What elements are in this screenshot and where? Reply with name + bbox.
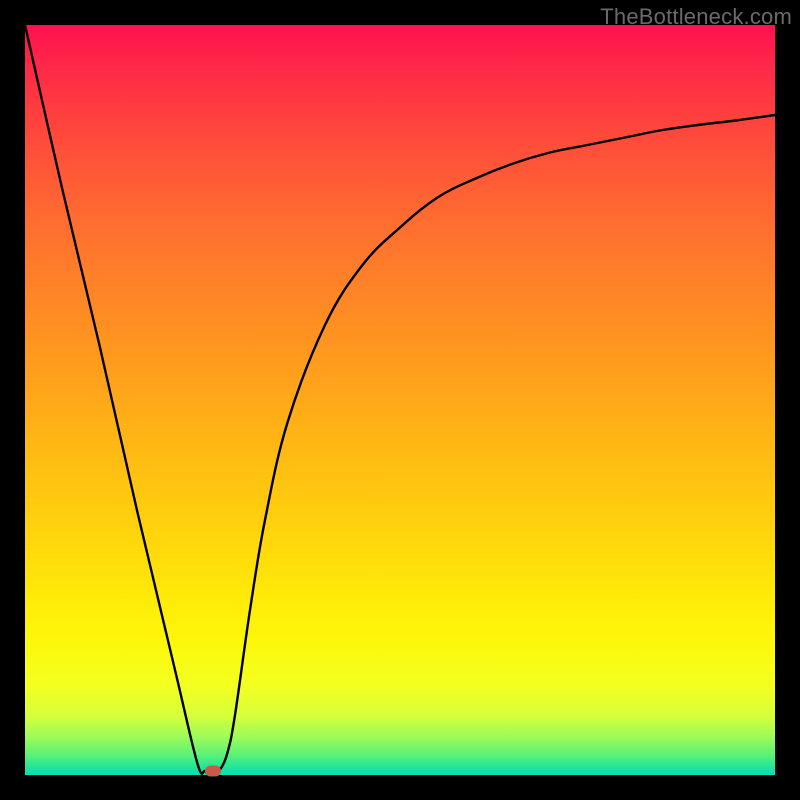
optimal-point-marker [205,766,221,777]
plot-area [25,25,775,775]
chart-stage: TheBottleneck.com [0,0,800,800]
attribution-label: TheBottleneck.com [600,4,792,30]
bottleneck-curve [25,25,775,775]
